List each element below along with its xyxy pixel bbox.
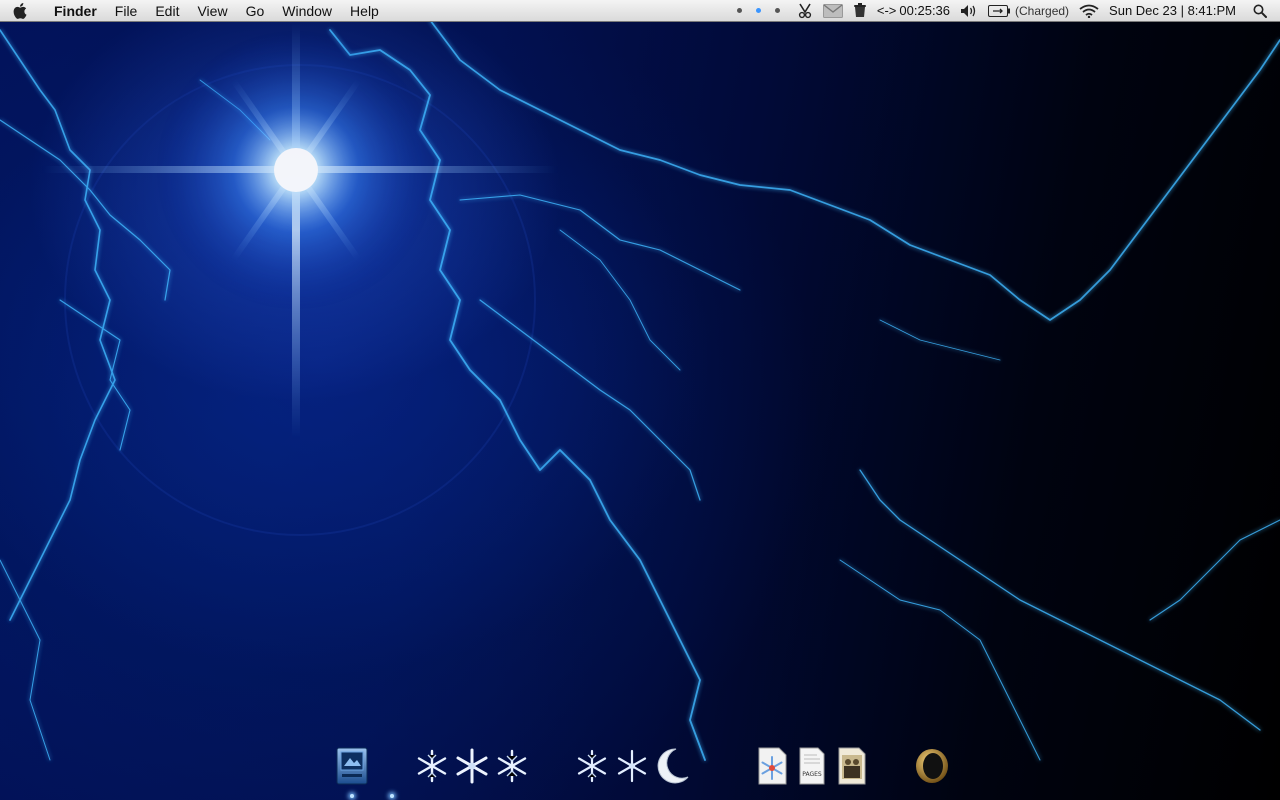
running-indicator xyxy=(390,794,394,798)
clock-label: Sun Dec 23 | 8:41:PM xyxy=(1109,3,1236,18)
lightning-wallpaper-art xyxy=(0,19,1280,761)
dock-reflection xyxy=(412,786,452,800)
snowflake-icon[interactable] xyxy=(572,746,612,786)
menu-bar-left: Finder File Edit View Go Window Help xyxy=(0,0,388,22)
space-dot-1[interactable] xyxy=(736,8,742,13)
photo-document-icon[interactable] xyxy=(832,746,872,786)
lens-flare xyxy=(40,20,560,440)
snowflake-document-icon[interactable] xyxy=(752,746,792,786)
snowflake-icon[interactable] xyxy=(492,746,532,786)
wifi-icon[interactable] xyxy=(1079,0,1099,22)
menu-view[interactable]: View xyxy=(188,0,236,22)
scissors-icon[interactable] xyxy=(797,0,813,22)
pages-document-icon[interactable]: PAGES xyxy=(792,746,832,786)
app-menu-finder[interactable]: Finder xyxy=(40,0,106,22)
moon-icon[interactable] xyxy=(652,746,692,786)
volume-icon[interactable] xyxy=(960,0,978,22)
desktop-wallpaper xyxy=(0,0,1280,800)
trash-icon[interactable] xyxy=(853,0,867,22)
snowflake-icon[interactable] xyxy=(612,746,652,786)
space-dot-3[interactable] xyxy=(774,8,780,13)
network-monitor[interactable]: <-> 00:25:36 xyxy=(877,0,950,22)
battery-icon xyxy=(988,4,1011,17)
spotlight-search-icon[interactable] xyxy=(1253,0,1267,22)
space-dot-2[interactable] xyxy=(755,8,761,13)
battery-status-label: (Charged) xyxy=(1015,3,1070,18)
clock[interactable]: Sun Dec 23 | 8:41:PM xyxy=(1109,0,1236,22)
battery-menu[interactable]: (Charged) xyxy=(988,0,1069,22)
menu-extras: <-> 00:25:36 (Charged) Sun Dec 23 | 8:41… xyxy=(725,0,1280,22)
finder-stack-icon[interactable] xyxy=(332,746,372,786)
snowflake-icon[interactable] xyxy=(452,746,492,786)
menu-edit[interactable]: Edit xyxy=(146,0,188,22)
menu-help[interactable]: Help xyxy=(341,0,388,22)
menu-go[interactable]: Go xyxy=(237,0,274,22)
apple-icon[interactable] xyxy=(0,0,40,22)
snowflake-icon[interactable] xyxy=(412,746,452,786)
gmail-icon[interactable] xyxy=(822,0,843,22)
menu-file[interactable]: File xyxy=(106,0,147,22)
trash-ring-icon[interactable] xyxy=(912,746,952,786)
spaces-indicator[interactable] xyxy=(730,0,787,22)
menu-window[interactable]: Window xyxy=(273,0,341,22)
dock: PAGES xyxy=(0,744,1280,800)
finder-running-indicator xyxy=(350,794,354,798)
network-arrows: <-> xyxy=(876,3,897,18)
menu-bar: Finder File Edit View Go Window Help <->… xyxy=(0,0,1280,22)
uptime-label: 00:25:36 xyxy=(899,3,951,18)
pages-document-label: PAGES xyxy=(802,771,822,778)
